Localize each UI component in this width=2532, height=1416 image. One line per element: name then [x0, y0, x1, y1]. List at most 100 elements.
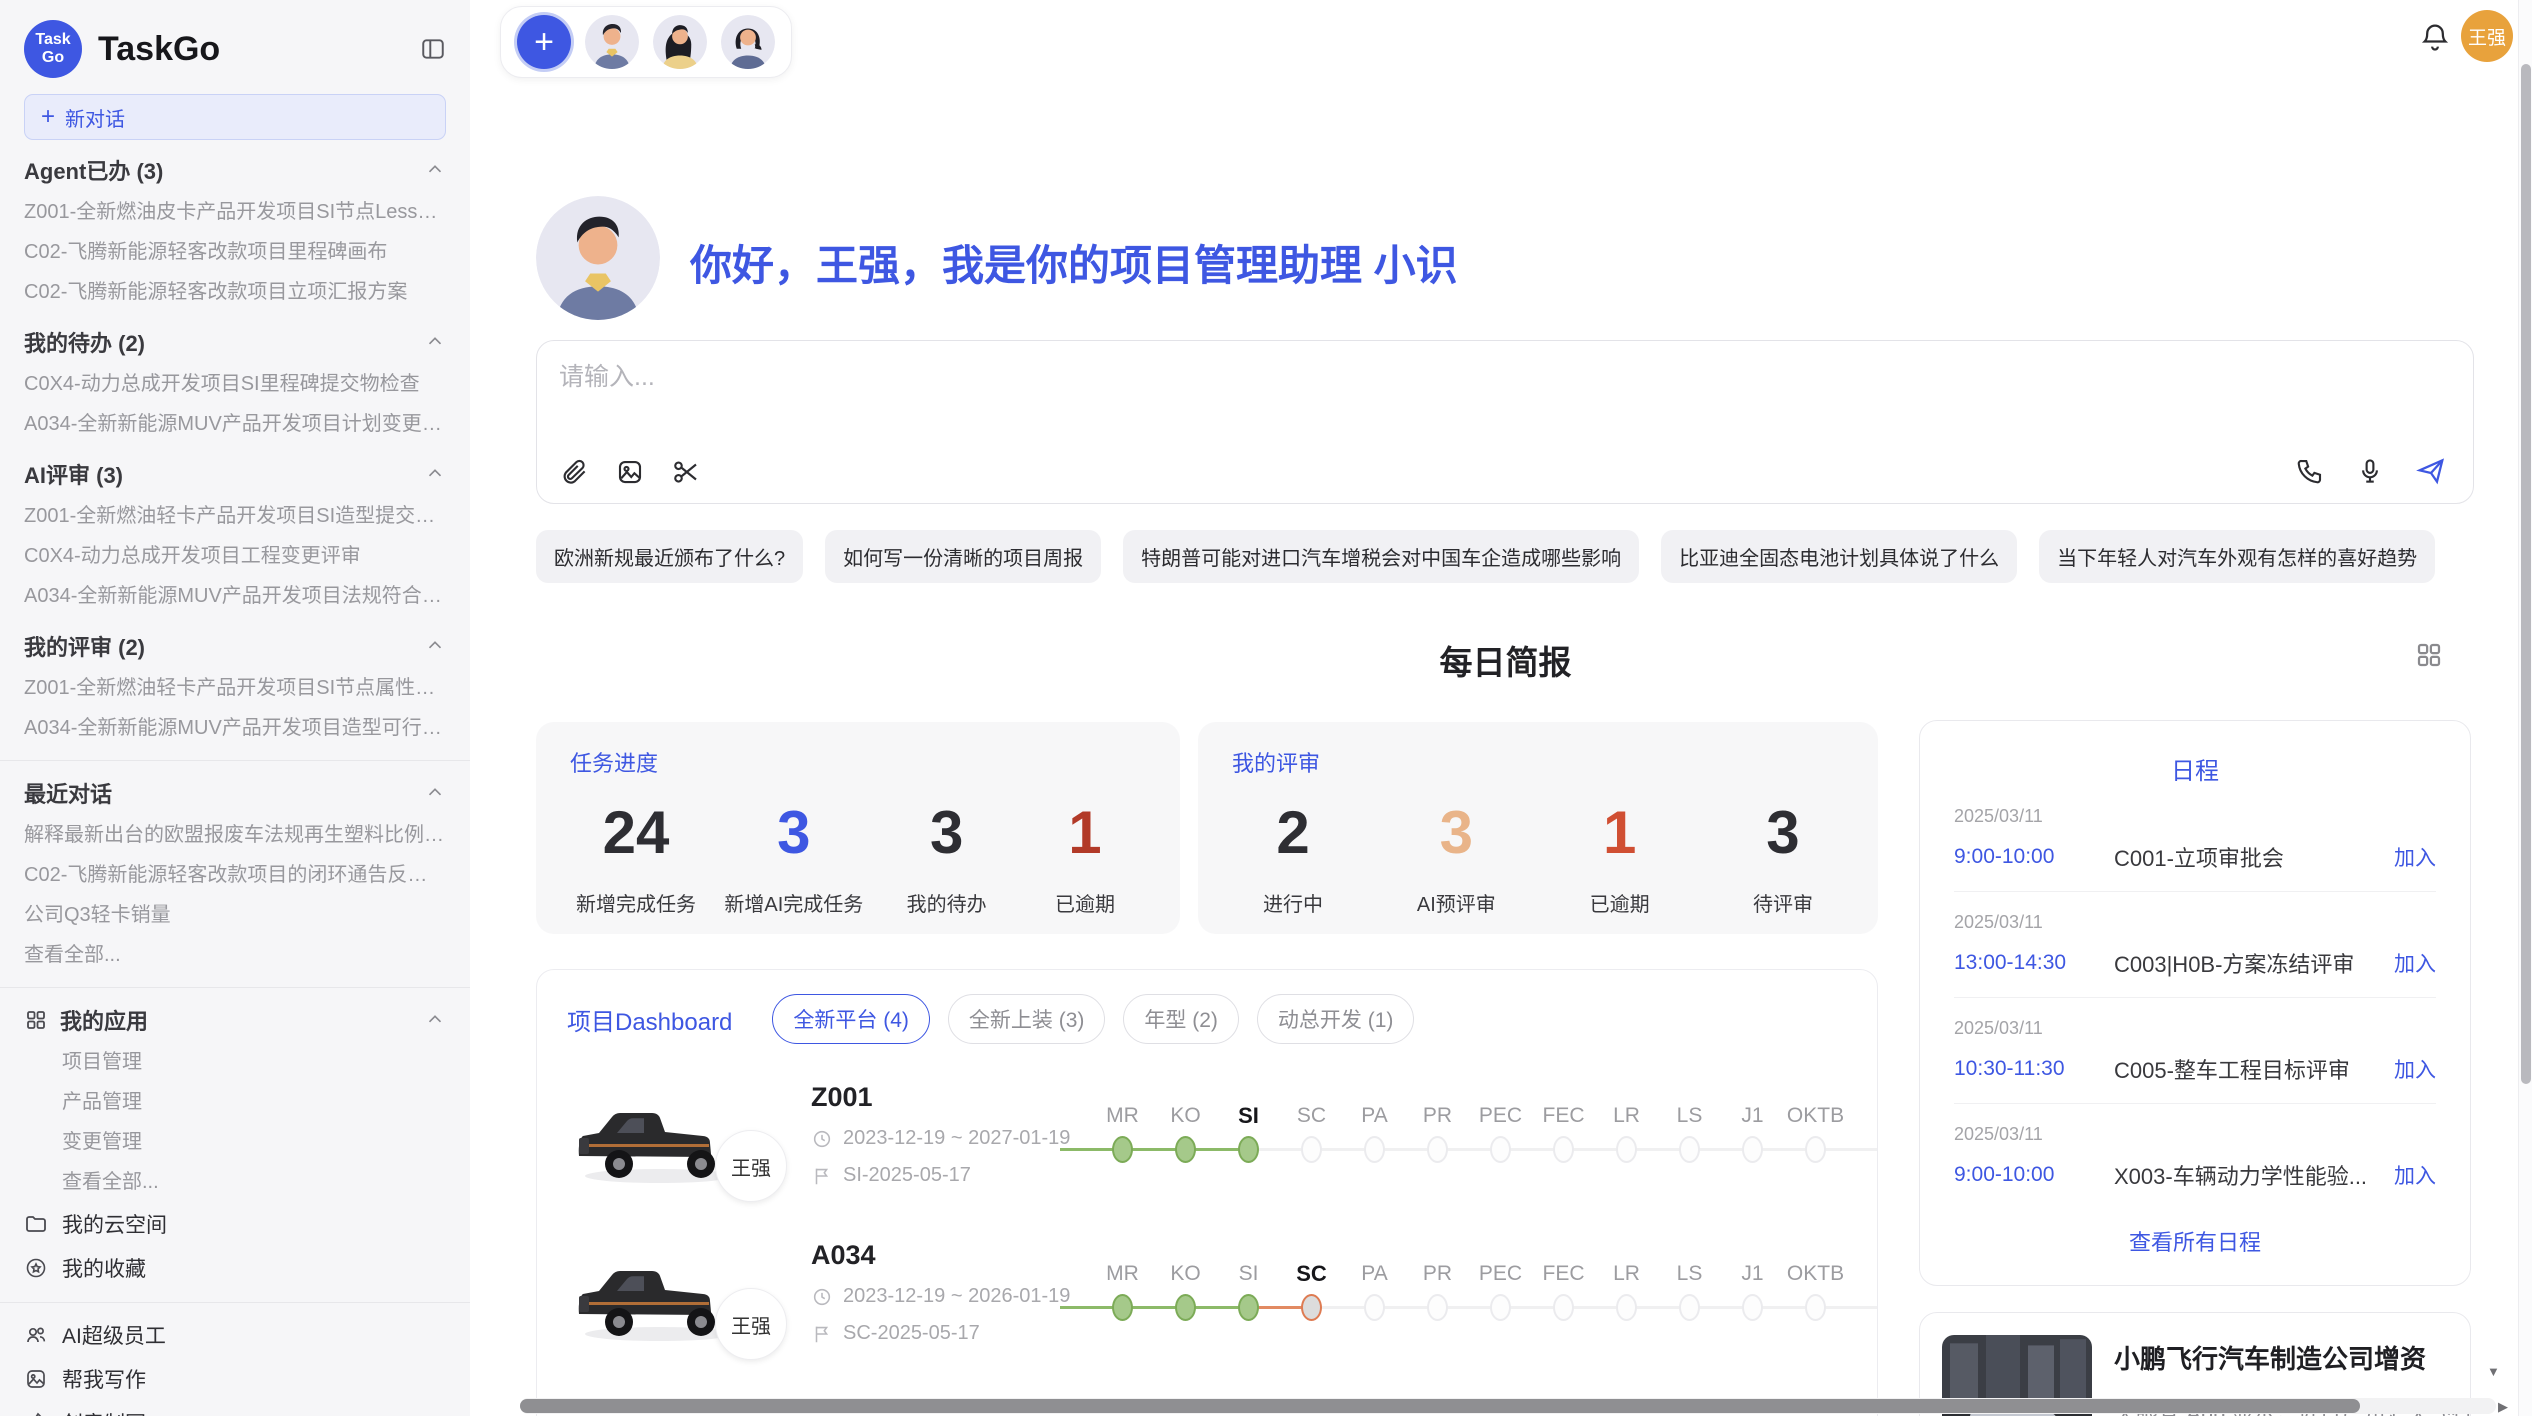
- milestone-label: PA: [1343, 1098, 1406, 1134]
- layout-grid-icon[interactable]: [2414, 640, 2444, 670]
- stat-label: AI预评审: [1401, 888, 1511, 917]
- milestone: KO: [1154, 1098, 1217, 1168]
- suggestion-chip[interactable]: 特朗普可能对进口汽车增税会对中国车企造成哪些影响: [1123, 530, 1639, 583]
- milestone: LS: [1658, 1256, 1721, 1326]
- my-review-list: Z001-全新燃油轻卡产品开发项目SI节点属性5D文件评审A034-全新新能源M…: [24, 668, 446, 748]
- new-chat-button[interactable]: + 新对话: [24, 94, 446, 140]
- stat-label: 我的待办: [892, 888, 1002, 917]
- sidebar-section-my-todo[interactable]: 我的待办 (2): [24, 320, 446, 364]
- join-button[interactable]: 加入: [2394, 1054, 2436, 1084]
- join-button[interactable]: 加入: [2394, 842, 2436, 872]
- view-all-schedule-link[interactable]: 查看所有日程: [1954, 1225, 2436, 1257]
- stat-label: 待评审: [1728, 888, 1838, 917]
- add-session-button[interactable]: +: [517, 15, 571, 69]
- sidebar-item[interactable]: C0X4-动力总成开发项目SI里程碑提交物检查: [24, 364, 446, 404]
- event-time: 9:00-10:00: [1954, 1163, 2114, 1187]
- stat-review-overdue: 1 已逾期: [1565, 800, 1675, 917]
- app-item[interactable]: 项目管理: [24, 1042, 446, 1082]
- milestone-dot: [1364, 1294, 1385, 1321]
- milestone-dot: [1553, 1136, 1574, 1163]
- session-avatar-2[interactable]: [653, 15, 707, 69]
- sidebar-section-recent-chats[interactable]: 最近对话: [24, 771, 446, 815]
- milestone: PEC: [1469, 1098, 1532, 1168]
- milestone-label: OKTB: [1784, 1098, 1847, 1134]
- sidebar-item[interactable]: Z001-全新燃油轻卡产品开发项目SI造型提交物评审: [24, 496, 446, 536]
- join-button[interactable]: 加入: [2394, 948, 2436, 978]
- flag-icon: [811, 1165, 833, 1187]
- app-item[interactable]: 查看全部...: [24, 1162, 446, 1202]
- milestone-strip: MR KO SI: [1091, 1230, 1878, 1326]
- milestone-label: PEC: [1469, 1098, 1532, 1134]
- sidebar-section-ai-review[interactable]: AI评审 (3): [24, 452, 446, 496]
- sidebar-item-cloud-space[interactable]: 我的云空间: [24, 1202, 446, 1246]
- milestone: SI: [1217, 1098, 1280, 1168]
- phone-icon[interactable]: [2295, 456, 2325, 486]
- chat-input[interactable]: [559, 363, 2059, 392]
- milestone: J1: [1721, 1098, 1784, 1168]
- session-avatar-3[interactable]: [721, 15, 775, 69]
- sidebar-section-my-review[interactable]: 我的评审 (2): [24, 624, 446, 668]
- filter-new-body[interactable]: 全新上装 (3): [948, 994, 1106, 1044]
- sidebar-item[interactable]: A034-全新新能源MUV产品开发项目法规符合性评审: [24, 576, 446, 616]
- scroll-right-arrow[interactable]: ▶: [2498, 1399, 2508, 1415]
- app-item[interactable]: 变更管理: [24, 1122, 446, 1162]
- milestone-dot: [1175, 1294, 1196, 1321]
- sidebar-item-ai-super-staff[interactable]: AI超级员工: [24, 1313, 446, 1357]
- clock-icon: [811, 1128, 833, 1150]
- suggestion-chip[interactable]: 比亚迪全固态电池计划具体说了什么: [1661, 530, 2017, 583]
- project-row-z001[interactable]: 王强 Z001 2023-12-19 ~ 2027-01-19 SI-2025-…: [567, 1072, 1847, 1200]
- stat-value: 2: [1238, 800, 1348, 866]
- recent-chat-item[interactable]: C02-飞腾新能源轻客改款项目的闭环通告反馈情况: [24, 855, 446, 895]
- sidebar-item[interactable]: C0X4-动力总成开发项目工程变更评审: [24, 536, 446, 576]
- milestone-label: KO: [1154, 1098, 1217, 1134]
- creative-drawing-label: 创意制图: [62, 1408, 146, 1416]
- stat-label: 进行中: [1238, 888, 1348, 917]
- milestone-dot: [1553, 1294, 1574, 1321]
- project-row-a034[interactable]: 王强 A034 2023-12-19 ~ 2026-01-19 SC-2025-…: [567, 1230, 1847, 1358]
- app-item[interactable]: 产品管理: [24, 1082, 446, 1122]
- sidebar-item[interactable]: C02-飞腾新能源轻客改款项目里程碑画布: [24, 232, 446, 272]
- filter-all-new-platform[interactable]: 全新平台 (4): [772, 994, 930, 1044]
- milestone-dot: [1238, 1136, 1259, 1163]
- milestone-label: J1: [1721, 1256, 1784, 1292]
- recent-chat-item[interactable]: 查看全部...: [24, 935, 446, 975]
- sidebar-section-agent-done[interactable]: Agent已办 (3): [24, 148, 446, 192]
- scissors-icon[interactable]: [671, 457, 701, 487]
- sidebar-item-favorites[interactable]: 我的收藏: [24, 1246, 446, 1290]
- sidebar-collapse-icon[interactable]: [420, 36, 446, 62]
- sidebar-item[interactable]: C02-飞腾新能源轻客改款项目立项汇报方案: [24, 272, 446, 312]
- filter-model-year[interactable]: 年型 (2): [1123, 994, 1239, 1044]
- recent-chat-item[interactable]: 公司Q3轻卡销量: [24, 895, 446, 935]
- horizontal-scrollbar-thumb[interactable]: [520, 1399, 2360, 1413]
- clock-icon: [811, 1286, 833, 1308]
- event-time: 10:30-11:30: [1954, 1057, 2114, 1081]
- vertical-scrollbar-thumb[interactable]: [2521, 64, 2531, 1084]
- suggestion-chip[interactable]: 当下年轻人对汽车外观有怎样的喜好趋势: [2039, 530, 2435, 583]
- attachment-icon[interactable]: [559, 457, 589, 487]
- suggestion-chip[interactable]: 如何写一份清晰的项目周报: [825, 530, 1101, 583]
- sidebar-item[interactable]: A034-全新新能源MUV产品开发项目计划变更表编写: [24, 404, 446, 444]
- sidebar-item[interactable]: Z001-全新燃油皮卡产品开发项目SI节点Lesson Learn报告: [24, 192, 446, 232]
- suggestion-chip[interactable]: 欧洲新规最近颁布了什么?: [536, 530, 803, 583]
- microphone-icon[interactable]: [2355, 456, 2385, 486]
- filter-powertrain[interactable]: 动总开发 (1): [1257, 994, 1415, 1044]
- scroll-down-arrow[interactable]: ▼: [2487, 1364, 2500, 1379]
- schedule-event: 2025/03/11 9:00-10:00 X003-车辆动力学性能验... 加…: [1954, 1103, 2436, 1209]
- sidebar-item[interactable]: A034-全新新能源MUV产品开发项目造型可行性评审: [24, 708, 446, 748]
- sidebar-item[interactable]: Z001-全新燃油轻卡产品开发项目SI节点属性5D文件评审: [24, 668, 446, 708]
- image-icon[interactable]: [615, 457, 645, 487]
- send-icon[interactable]: [2415, 455, 2447, 487]
- join-button[interactable]: 加入: [2394, 1160, 2436, 1190]
- user-avatar[interactable]: 王强: [2461, 10, 2513, 62]
- session-avatar-1[interactable]: [585, 15, 639, 69]
- milestone: OKTB: [1784, 1098, 1847, 1168]
- notification-bell-icon[interactable]: [2418, 20, 2452, 54]
- sidebar-item-creative-drawing[interactable]: 创意制图: [24, 1401, 446, 1416]
- project-code: A034: [811, 1240, 1091, 1271]
- stat-value: 1: [1030, 800, 1140, 866]
- sidebar-section-my-apps[interactable]: 我的应用: [24, 998, 446, 1042]
- recent-chat-item[interactable]: 解释最新出台的欧盟报废车法规再生塑料比例被调至15%...: [24, 815, 446, 855]
- app-logo: Task Go: [24, 20, 82, 78]
- milestone: PR: [1406, 1256, 1469, 1326]
- sidebar-item-help-me-write[interactable]: 帮我写作: [24, 1357, 446, 1401]
